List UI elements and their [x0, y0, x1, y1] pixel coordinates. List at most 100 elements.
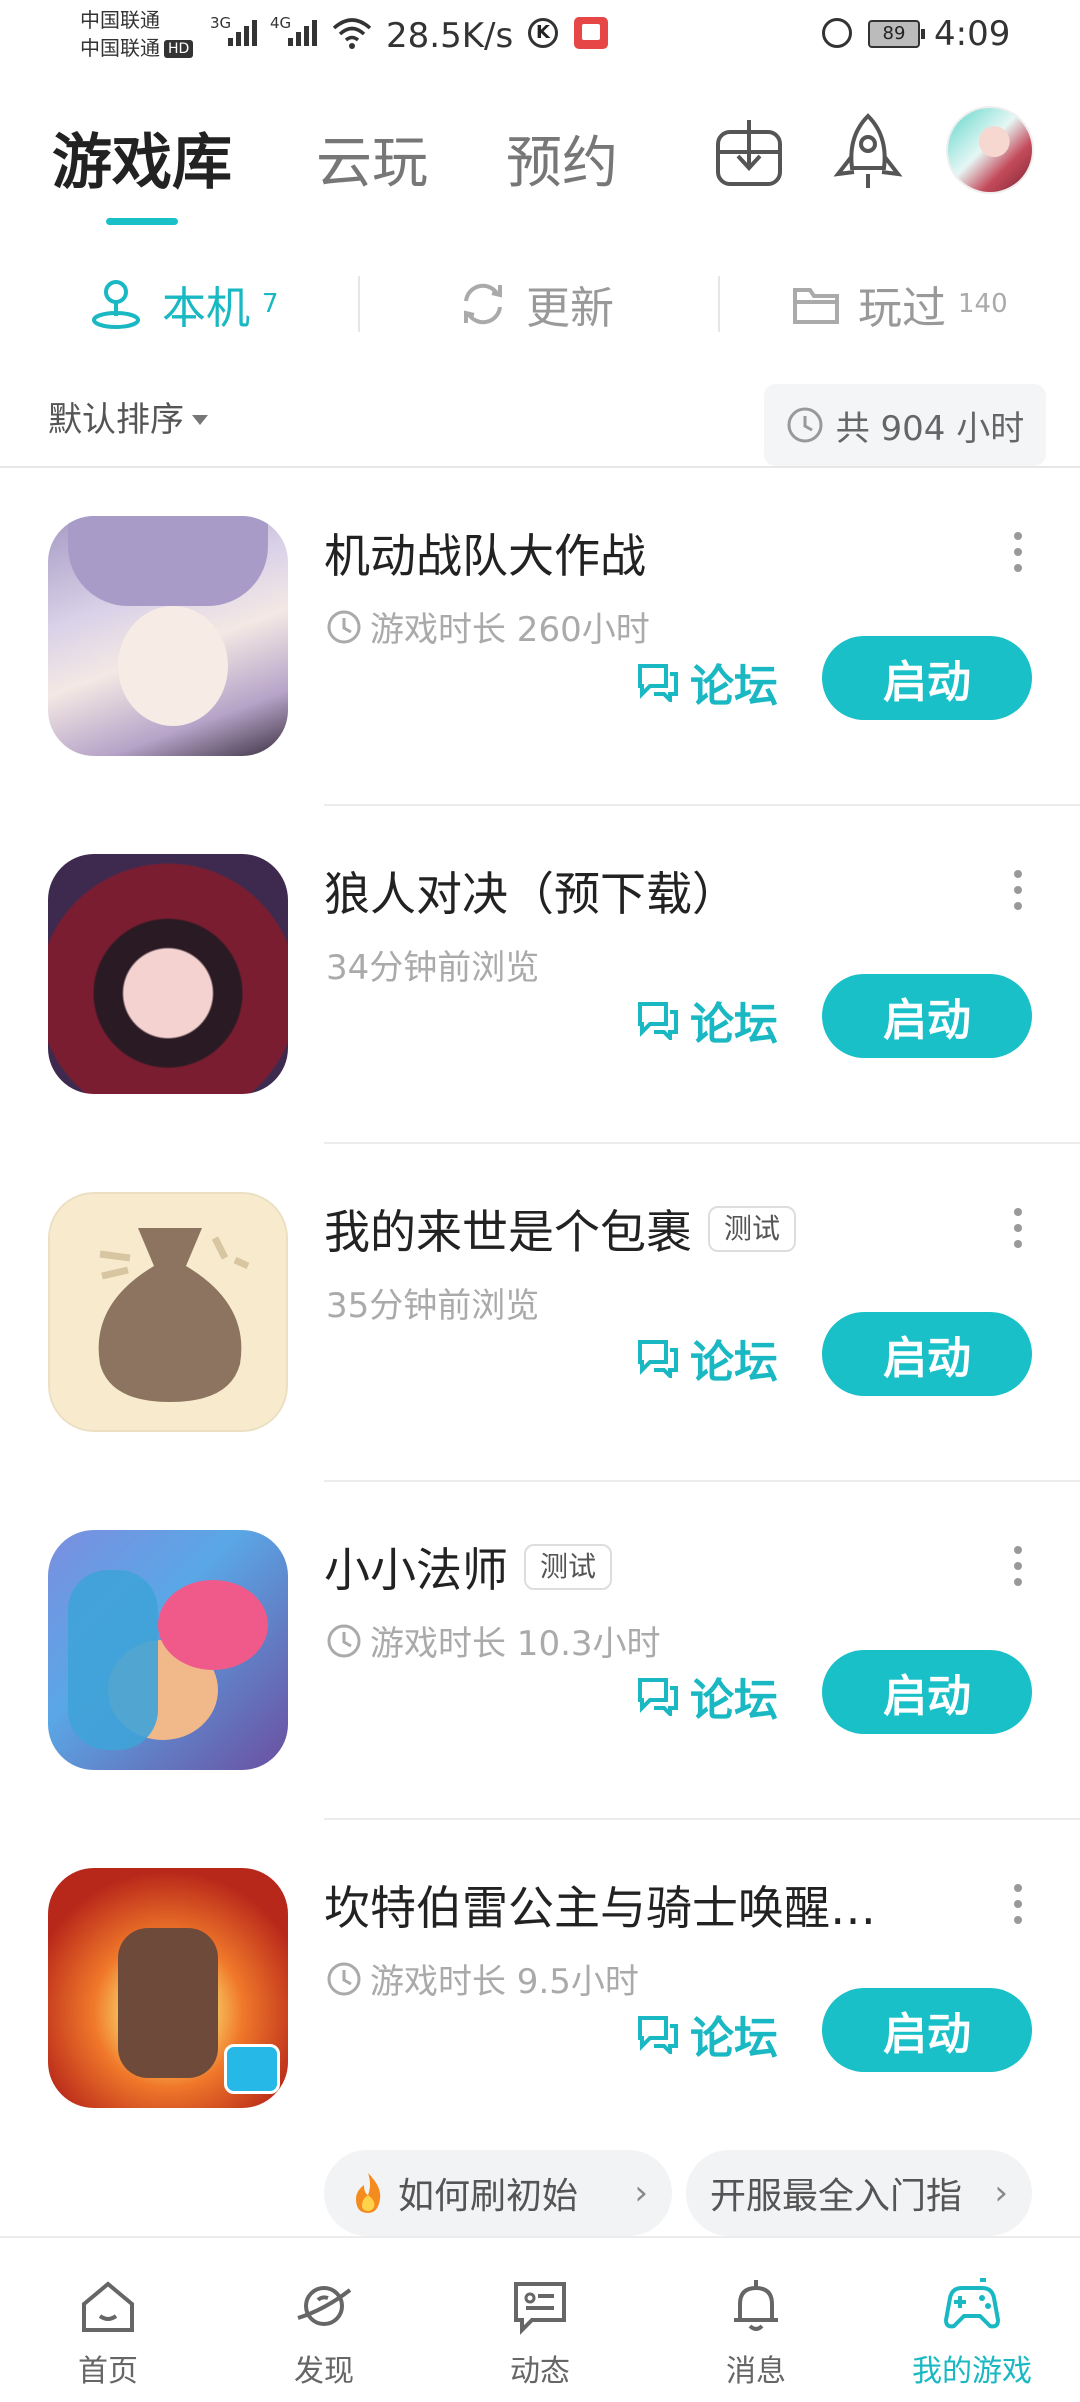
forum-link[interactable]: 论坛	[636, 650, 778, 714]
subtab-updates[interactable]: 更新	[458, 272, 614, 336]
nav-messages-label: 消息	[726, 2354, 786, 2389]
nav-my-games[interactable]: 我的游戏	[892, 2274, 1052, 2390]
chevron-right-icon: ›	[994, 2173, 1008, 2213]
game-name-text: 我的来世是个包裹	[324, 1205, 692, 1259]
game-name-text: 机动战队大作战	[324, 529, 646, 583]
folder-icon	[793, 288, 839, 324]
game-row[interactable]: 小小法师 测试 游戏时长 10.3小时 论坛 启动	[0, 1482, 1080, 1820]
subtab-local[interactable]: 本机 7	[88, 272, 279, 336]
caret-down-icon	[192, 415, 208, 425]
wifi-icon	[332, 18, 372, 49]
test-badge: 测试	[708, 1206, 797, 1252]
tab-cloud-play[interactable]: 云玩	[316, 118, 428, 199]
divider	[358, 276, 360, 332]
forum-icon	[638, 1340, 678, 1378]
carrier-info: 中国联通 中国联通 HD	[80, 6, 194, 62]
forum-icon	[638, 1002, 678, 1040]
sort-label: 默认排序	[48, 400, 184, 440]
more-options-icon[interactable]	[1014, 870, 1024, 910]
launch-button[interactable]: 启动	[822, 636, 1032, 720]
game-name-text: 坎特伯雷公主与骑士唤醒…	[324, 1881, 876, 1935]
game-icon[interactable]	[48, 854, 288, 1094]
game-row[interactable]: 坎特伯雷公主与骑士唤醒… 游戏时长 9.5小时 论坛 启动	[0, 1820, 1080, 2158]
game-subtitle: 游戏时长 9.5小时	[326, 1954, 639, 2003]
tip-chip[interactable]: 开服最全入门指 ›	[686, 2150, 1032, 2236]
signal-bars-2-icon	[288, 16, 317, 46]
download-box-icon[interactable]	[714, 118, 784, 190]
game-subtitle-text: 游戏时长 9.5小时	[370, 1962, 639, 2002]
home-icon	[82, 2281, 134, 2332]
hd-badge: HD	[164, 40, 194, 58]
more-options-icon[interactable]	[1014, 1546, 1024, 1586]
forum-label: 论坛	[690, 661, 778, 712]
game-name: 狼人对决（预下载）	[324, 858, 738, 924]
total-play-time: 共 904 小时	[764, 384, 1046, 466]
game-subtitle: 游戏时长 260小时	[326, 602, 650, 651]
clock-icon	[327, 1624, 361, 1657]
nav-discover[interactable]: 发现	[244, 2274, 404, 2390]
more-options-icon[interactable]	[1014, 1208, 1024, 1248]
fire-icon	[356, 2173, 381, 2213]
carrier-1: 中国联通	[80, 8, 160, 32]
nav-discover-label: 发现	[294, 2354, 354, 2389]
nav-home-label: 首页	[78, 2354, 138, 2389]
game-name: 机动战队大作战	[324, 520, 646, 586]
nav-home[interactable]: 首页	[28, 2274, 188, 2390]
sort-dropdown[interactable]: 默认排序	[48, 392, 208, 441]
forum-link[interactable]: 论坛	[636, 988, 778, 1052]
launch-button[interactable]: 启动	[822, 1650, 1032, 1734]
game-icon[interactable]	[48, 1868, 288, 2108]
forum-link[interactable]: 论坛	[636, 1664, 778, 1728]
tip-chip[interactable]: 如何刷初始 ›	[324, 2150, 672, 2236]
clock-icon	[327, 610, 361, 643]
more-options-icon[interactable]	[1014, 532, 1024, 572]
game-subtitle-text: 35分钟前浏览	[326, 1286, 540, 1326]
carrier-2: 中国联通	[80, 36, 160, 60]
launch-button[interactable]: 启动	[822, 1312, 1032, 1396]
forum-link[interactable]: 论坛	[636, 1326, 778, 1390]
game-row[interactable]: 机动战队大作战 游戏时长 260小时 论坛 启动	[0, 468, 1080, 806]
game-subtitle-text: 游戏时长 10.3小时	[370, 1624, 661, 1664]
user-avatar[interactable]	[948, 108, 1032, 192]
nav-feed[interactable]: 动态	[460, 2274, 620, 2390]
forum-label: 论坛	[690, 999, 778, 1050]
tab-game-library[interactable]: 游戏库	[52, 114, 232, 201]
gamepad-icon	[943, 2278, 1001, 2329]
forum-label: 论坛	[690, 1675, 778, 1726]
tab-reservations[interactable]: 预约	[506, 118, 618, 199]
nav-messages[interactable]: 消息	[676, 2274, 836, 2390]
reader-app-icon	[574, 17, 608, 49]
user-stand-icon	[92, 280, 140, 329]
game-row[interactable]: 狼人对决（预下载） 34分钟前浏览 论坛 启动	[0, 806, 1080, 1144]
planet-icon	[297, 2286, 352, 2326]
game-subtitle-text: 34分钟前浏览	[326, 948, 540, 988]
battery-icon: 89	[868, 20, 925, 48]
rocket-icon[interactable]	[832, 112, 904, 194]
game-icon[interactable]	[48, 1192, 288, 1432]
clock-icon	[787, 407, 823, 443]
game-name-text: 小小法师	[324, 1543, 508, 1597]
total-time-label: 共 904 小时	[835, 408, 1025, 449]
more-options-icon[interactable]	[1014, 1884, 1024, 1924]
game-icon[interactable]	[48, 516, 288, 756]
forum-label: 论坛	[690, 1337, 778, 1388]
bottom-nav: 首页 发现 动态 消息 我的游戏	[0, 2236, 1080, 2402]
game-name-text: 狼人对决（预下载）	[324, 867, 738, 921]
clock-icon	[327, 1962, 361, 1995]
launch-button[interactable]: 启动	[822, 1988, 1032, 2072]
game-row[interactable]: 我的来世是个包裹 测试 35分钟前浏览 论坛 启动	[0, 1144, 1080, 1482]
signal-bars-1-icon	[228, 16, 257, 46]
launch-button[interactable]: 启动	[822, 974, 1032, 1058]
status-bar: 中国联通 中国联通 HD 3G 4G 28.5K/s K 89 4:09	[0, 0, 1080, 72]
forum-link[interactable]: 论坛	[636, 2002, 778, 2066]
game-subtitle-text: 游戏时长 260小时	[370, 610, 650, 650]
game-icon[interactable]	[48, 1530, 288, 1770]
forum-icon	[638, 664, 678, 702]
subtab-played-label: 玩过	[858, 283, 946, 334]
forum-label: 论坛	[690, 2013, 778, 2064]
forum-icon	[638, 1678, 678, 1716]
tip-chip-label: 开服最全入门指	[710, 2176, 963, 2217]
subtab-played[interactable]: 玩过 140	[792, 272, 1008, 336]
chevron-right-icon: ›	[634, 2173, 648, 2213]
status-time: 4:09	[934, 14, 1011, 54]
